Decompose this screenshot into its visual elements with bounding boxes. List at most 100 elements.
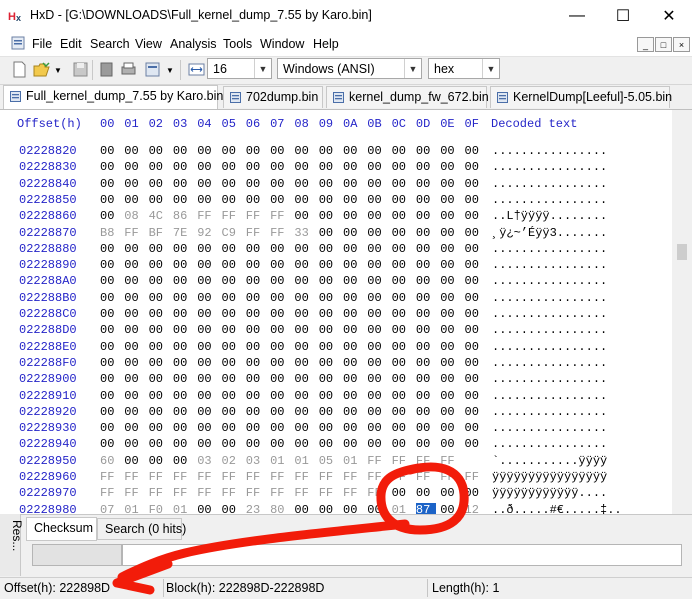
hex-editor-view[interactable]: Offset(h) Decoded text 00 01 02 03 04 05 06 07 0… xyxy=(0,110,672,514)
hex-byte[interactable]: 00 xyxy=(392,307,412,321)
hex-byte[interactable]: 00 xyxy=(124,405,144,419)
hex-byte[interactable]: 00 xyxy=(294,340,314,354)
hex-byte[interactable]: 00 xyxy=(173,372,193,386)
menu-search[interactable]: Search xyxy=(90,37,130,51)
hex-byte[interactable]: 00 xyxy=(270,274,290,288)
hex-byte[interactable]: 00 xyxy=(319,242,339,256)
hex-byte[interactable]: 00 xyxy=(367,177,387,191)
hex-byte[interactable]: 00 xyxy=(222,177,242,191)
hex-byte[interactable]: 00 xyxy=(319,144,339,158)
hex-row[interactable]: 02228970 FF FF FF FF FF FF FF FF FF FF FF FF 00 00 00 00… xyxy=(0,486,672,502)
tab-702dump[interactable]: 702dump.bin xyxy=(223,86,323,108)
hex-byte[interactable]: 92 xyxy=(197,226,217,240)
hex-byte[interactable]: 00 xyxy=(465,421,485,435)
hex-byte[interactable]: 00 xyxy=(416,389,436,403)
hex-byte[interactable]: 00 xyxy=(222,389,242,403)
hex-byte[interactable]: 00 xyxy=(343,372,363,386)
hex-byte[interactable]: 00 xyxy=(246,160,266,174)
hex-byte[interactable]: 00 xyxy=(465,486,485,500)
hex-byte[interactable]: 00 xyxy=(270,291,290,305)
hex-byte[interactable]: 00 xyxy=(343,209,363,223)
menu-edit[interactable]: Edit xyxy=(60,37,82,51)
hex-byte[interactable]: 00 xyxy=(173,242,193,256)
hex-byte[interactable]: 00 xyxy=(222,274,242,288)
hex-row[interactable]: 02228890 00 00 00 00 00 00 00 00 00 00 00 00 00 00 00 00… xyxy=(0,258,672,274)
hex-byte[interactable]: 00 xyxy=(173,160,193,174)
hex-byte[interactable]: 00 xyxy=(416,421,436,435)
hex-byte[interactable]: 00 xyxy=(270,372,290,386)
hex-byte[interactable]: 00 xyxy=(173,144,193,158)
hex-byte[interactable]: 00 xyxy=(343,160,363,174)
decoded-text[interactable]: ................ xyxy=(492,389,607,403)
hex-byte[interactable]: 00 xyxy=(149,372,169,386)
hex-byte[interactable]: 00 xyxy=(367,503,387,514)
hex-byte[interactable]: 00 xyxy=(100,323,120,337)
hex-byte[interactable]: 00 xyxy=(270,421,290,435)
hex-byte[interactable]: FF xyxy=(173,470,193,484)
save-icon[interactable] xyxy=(72,61,89,78)
hex-byte[interactable]: 00 xyxy=(440,307,460,321)
properties-dropdown-arrow[interactable]: ▼ xyxy=(166,66,174,75)
decoded-text[interactable]: ................ xyxy=(492,242,607,256)
hex-byte[interactable]: 00 xyxy=(222,144,242,158)
decoded-text[interactable]: ................ xyxy=(492,258,607,272)
hex-byte[interactable]: 86 xyxy=(173,209,193,223)
hex-byte[interactable]: 00 xyxy=(246,193,266,207)
hex-byte[interactable]: 00 xyxy=(319,372,339,386)
hex-byte[interactable]: 7E xyxy=(173,226,193,240)
hex-byte[interactable]: 00 xyxy=(173,307,193,321)
hex-byte[interactable]: 00 xyxy=(343,274,363,288)
hex-byte[interactable]: 00 xyxy=(440,421,460,435)
hex-byte[interactable]: 00 xyxy=(319,177,339,191)
hex-byte[interactable]: 00 xyxy=(197,144,217,158)
hex-byte[interactable]: 00 xyxy=(465,226,485,240)
hex-byte[interactable]: 00 xyxy=(294,209,314,223)
hex-byte[interactable]: 00 xyxy=(246,437,266,451)
hex-row[interactable]: 02228840 00 00 00 00 00 00 00 00 00 00 00 00 00 00 00 00… xyxy=(0,177,672,193)
decoded-text[interactable]: ÿÿÿÿÿÿÿÿÿÿÿÿÿÿÿÿ xyxy=(492,470,607,484)
hex-byte[interactable]: 00 xyxy=(319,307,339,321)
hex-row[interactable]: 022288A0 00 00 00 00 00 00 00 00 00 00 00 00 00 00 00 00… xyxy=(0,274,672,290)
hex-byte[interactable]: 00 xyxy=(343,421,363,435)
menu-analysis[interactable]: Analysis xyxy=(170,37,217,51)
hex-byte[interactable]: 00 xyxy=(465,307,485,321)
hex-byte[interactable]: 01 xyxy=(124,503,144,514)
hex-byte[interactable]: 00 xyxy=(319,323,339,337)
hex-byte[interactable]: 00 xyxy=(367,291,387,305)
hex-byte[interactable]: 00 xyxy=(319,226,339,240)
hex-byte[interactable]: 00 xyxy=(440,372,460,386)
hex-byte[interactable]: 00 xyxy=(124,242,144,256)
hex-byte[interactable]: 00 xyxy=(343,389,363,403)
mdi-close-button[interactable]: × xyxy=(673,37,690,52)
hex-byte[interactable]: 00 xyxy=(222,356,242,370)
hex-byte[interactable]: FF xyxy=(367,486,387,500)
hex-row[interactable]: 02228940 00 00 00 00 00 00 00 00 00 00 00 00 00 00 00 00… xyxy=(0,437,672,453)
hex-byte[interactable]: 08 xyxy=(124,209,144,223)
hex-byte[interactable]: 00 xyxy=(197,421,217,435)
hex-byte[interactable]: FF xyxy=(197,470,217,484)
decoded-text[interactable]: ................ xyxy=(492,372,607,386)
hex-byte[interactable]: 00 xyxy=(367,389,387,403)
hex-byte[interactable]: 00 xyxy=(173,389,193,403)
hex-byte[interactable]: 00 xyxy=(197,503,217,514)
hex-byte[interactable]: 00 xyxy=(246,291,266,305)
hex-byte[interactable]: 00 xyxy=(343,356,363,370)
hex-byte[interactable]: 00 xyxy=(294,291,314,305)
hex-byte[interactable]: 00 xyxy=(100,177,120,191)
hex-byte[interactable]: 00 xyxy=(173,405,193,419)
menu-tools[interactable]: Tools xyxy=(223,37,252,51)
hex-byte[interactable]: 00 xyxy=(270,258,290,272)
hex-byte[interactable]: 00 xyxy=(222,160,242,174)
decoded-text[interactable]: ..L†ÿÿÿÿ........ xyxy=(492,209,607,223)
hex-byte[interactable]: 00 xyxy=(100,274,120,288)
hex-byte[interactable]: 00 xyxy=(367,193,387,207)
hex-byte[interactable]: FF xyxy=(440,470,460,484)
hex-byte[interactable]: 00 xyxy=(367,258,387,272)
hex-byte[interactable]: 00 xyxy=(246,389,266,403)
hex-byte[interactable]: FF xyxy=(222,486,242,500)
hex-byte[interactable]: 00 xyxy=(440,177,460,191)
hex-row[interactable]: 02228980 07 01 F0 01 00 00 23 80 00 00 00 00 01 87 00 12… xyxy=(0,502,672,514)
hex-byte[interactable]: 00 xyxy=(319,340,339,354)
hex-byte[interactable]: 00 xyxy=(124,274,144,288)
minimize-button[interactable]: — xyxy=(554,0,600,31)
